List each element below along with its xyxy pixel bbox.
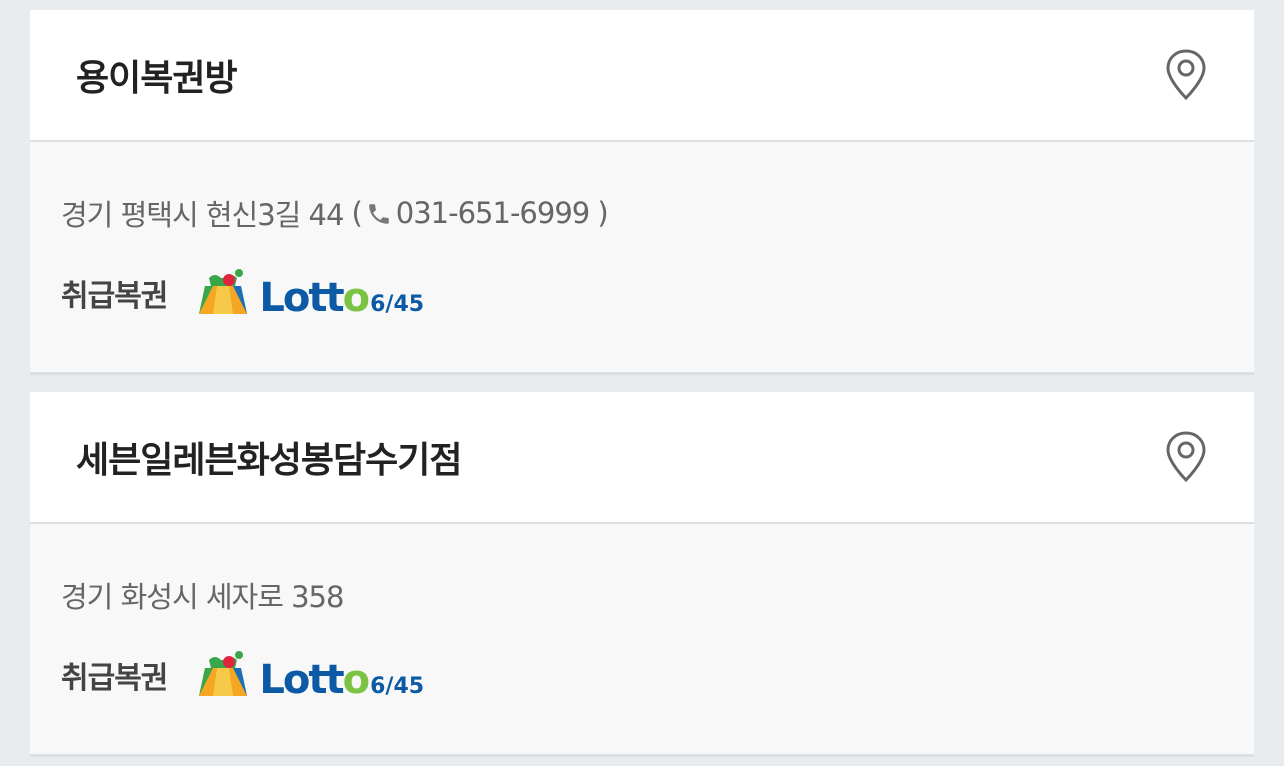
- lotto-wordmark: Lotto: [259, 657, 370, 703]
- lotto-bag-icon: [199, 651, 248, 696]
- store-address: 경기 화성시 세자로 358: [61, 580, 344, 614]
- phone-icon: [366, 200, 392, 226]
- lotto-suffix: 6/45: [370, 674, 425, 699]
- games-label: 취급복권: [61, 279, 168, 314]
- map-pin-icon[interactable]: [1164, 430, 1208, 484]
- phone-close-paren: ): [589, 196, 608, 230]
- phone-open-paren: (: [351, 196, 362, 230]
- store-phone[interactable]: 031-651-6999: [396, 196, 590, 230]
- lotto-bag-icon: [199, 269, 248, 314]
- lotto-logo: Lotto 6/45: [195, 268, 424, 318]
- games-label: 취급복권: [61, 661, 168, 696]
- store-name: 세븐일레븐화성봉담수기점: [76, 440, 462, 481]
- lotto-wordmark: Lotto: [259, 275, 370, 321]
- store-address: 경기 평택시 현신3길 44: [61, 198, 344, 232]
- store-card-header: 용이복권방: [30, 10, 1254, 142]
- store-card-header: 세븐일레븐화성봉담수기점: [30, 392, 1254, 524]
- store-address-line: 경기 화성시 세자로 358: [61, 574, 344, 616]
- store-name: 용이복권방: [76, 58, 238, 99]
- store-card: 용이복권방 경기 평택시 현신3길 44 ( 031-651-6999 ) 취급…: [30, 10, 1254, 375]
- games-row: 취급복권 Lotto 6/45: [61, 268, 424, 318]
- store-address-line: 경기 평택시 현신3길 44 ( 031-651-6999 ): [61, 192, 609, 234]
- store-card: 세븐일레븐화성봉담수기점 경기 화성시 세자로 358 취급복권 Lotto 6…: [30, 392, 1254, 757]
- map-pin-icon[interactable]: [1164, 48, 1208, 102]
- store-card-body: 경기 화성시 세자로 358 취급복권 Lotto 6/45: [30, 524, 1254, 757]
- games-row: 취급복권 Lotto 6/45: [61, 650, 424, 700]
- store-card-body: 경기 평택시 현신3길 44 ( 031-651-6999 ) 취급복권 Lot…: [30, 142, 1254, 375]
- lotto-logo: Lotto 6/45: [195, 650, 424, 700]
- lotto-suffix: 6/45: [370, 292, 425, 317]
